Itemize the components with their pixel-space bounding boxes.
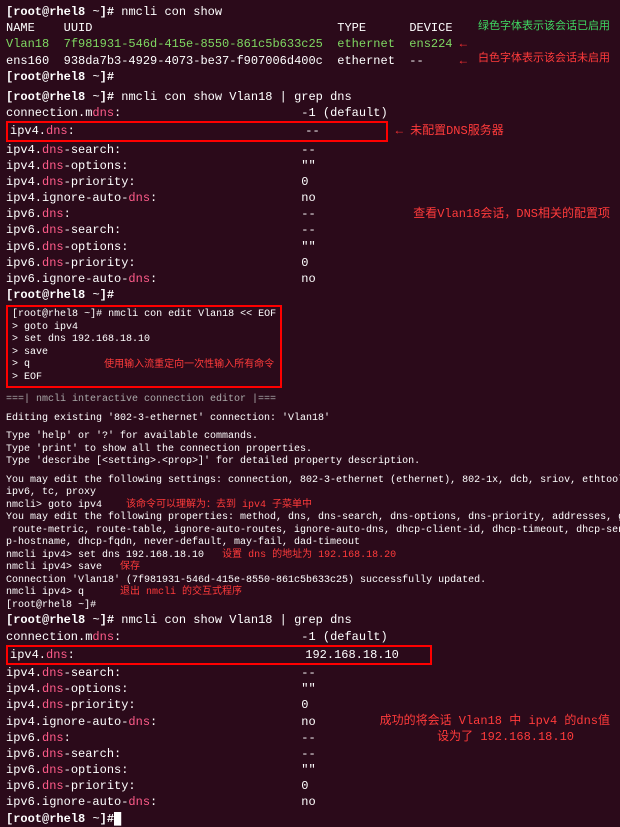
prompt-line-3[interactable]: [root@rhel8 ~]# nmcli con show Vlan18 | … bbox=[6, 612, 614, 628]
output-row: ipv6.dns-search: -- bbox=[6, 222, 614, 238]
output-row: ipv4.dns-options: "" bbox=[6, 158, 614, 174]
output-row: Type 'describe [<setting>.<prop>]' for d… bbox=[6, 456, 614, 469]
table-row: Vlan18 7f981931-546d-415e-8550-861c5b633… bbox=[6, 36, 614, 52]
annotation: 白色字体表示该会话未启用 bbox=[478, 52, 610, 67]
output-row: Connection 'Vlan18' (7f981931-546d-415e-… bbox=[6, 575, 614, 588]
output-row: p-hostname, dhcp-fqdn, never-default, ma… bbox=[6, 537, 614, 550]
heredoc-line: > set dns 192.168.18.10 bbox=[12, 334, 276, 347]
output-row: ipv4.ignore-auto-dns: no bbox=[6, 190, 614, 206]
highlighted-row: ipv4.dns: 192.168.18.10 bbox=[6, 645, 432, 665]
heredoc-line: > save bbox=[12, 347, 276, 360]
output-row: You may edit the following properties: m… bbox=[6, 512, 614, 525]
output-row: ipv6.dns-options: "" bbox=[6, 239, 614, 255]
heredoc-line: > EOF bbox=[12, 372, 276, 385]
output-row: connection.mdns: -1 (default) bbox=[6, 629, 614, 645]
prompt-line-1[interactable]: [root@rhel8 ~]# nmcli con show bbox=[6, 4, 614, 20]
output-row: ipv6.dns-search: -- bbox=[6, 746, 614, 762]
annotation: 使用输入流重定向一次性输入所有命令 bbox=[104, 360, 274, 373]
prompt-line-2[interactable]: [root@rhel8 ~]# nmcli con show Vlan18 | … bbox=[6, 89, 614, 105]
output-row: ipv4.dns-options: "" bbox=[6, 681, 614, 697]
output-row: Editing existing '802-3-ethernet' connec… bbox=[6, 413, 614, 426]
output-row: ipv4.dns-search: -- bbox=[6, 142, 614, 158]
output-row: ipv6.dns-priority: 0 bbox=[6, 778, 614, 794]
heredoc-box: [root@rhel8 ~]# nmcli con edit Vlan18 <<… bbox=[6, 305, 282, 388]
output-row: Type 'print' to show all the connection … bbox=[6, 444, 614, 457]
annotation: 绿色字体表示该会话已启用 bbox=[478, 20, 610, 35]
output-row: ipv6.ignore-auto-dns: no bbox=[6, 794, 614, 810]
output-row: nmcli ipv4> save 保存 bbox=[6, 562, 614, 575]
output-row: ipv4.dns-priority: 0 bbox=[6, 697, 614, 713]
output-row: ipv4.dns-priority: 0 bbox=[6, 174, 614, 190]
heredoc-line: > goto ipv4 bbox=[12, 322, 276, 335]
output-row: connection.mdns: -1 (default) bbox=[6, 105, 614, 121]
output-row: ipv6.ignore-auto-dns: no bbox=[6, 271, 614, 287]
output-row: ipv6.dns-options: "" bbox=[6, 762, 614, 778]
prompt-line[interactable]: [root@rhel8 ~]# bbox=[6, 600, 614, 613]
output-row: nmcli ipv4> set dns 192.168.18.10 设置 dns… bbox=[6, 550, 614, 563]
output-row: ipv4.dns-search: -- bbox=[6, 665, 614, 681]
annotation: 查看Vlan18会话，DNS相关的配置项 bbox=[413, 206, 610, 222]
output-row: ipv6.dns-priority: 0 bbox=[6, 255, 614, 271]
output-row: nmcli> goto ipv4 该命令可以理解为：去到 ipv4 子菜单中 bbox=[6, 500, 614, 513]
prompt-line[interactable]: [root@rhel8 ~]#█ bbox=[6, 811, 614, 827]
annotation: 设为了 192.168.18.10 bbox=[437, 729, 574, 745]
prompt-line[interactable]: [root@rhel8 ~]# bbox=[6, 287, 614, 303]
output-row: ipv6, tc, proxy bbox=[6, 487, 614, 500]
annotation: 未配置DNS服务器 bbox=[410, 124, 504, 138]
output-row: route-metric, route-table, ignore-auto-r… bbox=[6, 525, 614, 538]
highlighted-row: ipv4.dns: -- bbox=[6, 121, 388, 141]
annotation: 成功的将会话 Vlan18 中 ipv4 的dns值 bbox=[380, 713, 610, 729]
editor-header: ===| nmcli interactive connection editor… bbox=[6, 394, 614, 407]
output-row: You may edit the following settings: con… bbox=[6, 475, 614, 488]
output-row: nmcli ipv4> q 退出 nmcli 的交互式程序 bbox=[6, 587, 614, 600]
output-row: Type 'help' or '?' for available command… bbox=[6, 431, 614, 444]
prompt-line[interactable]: [root@rhel8 ~]# bbox=[6, 69, 614, 85]
